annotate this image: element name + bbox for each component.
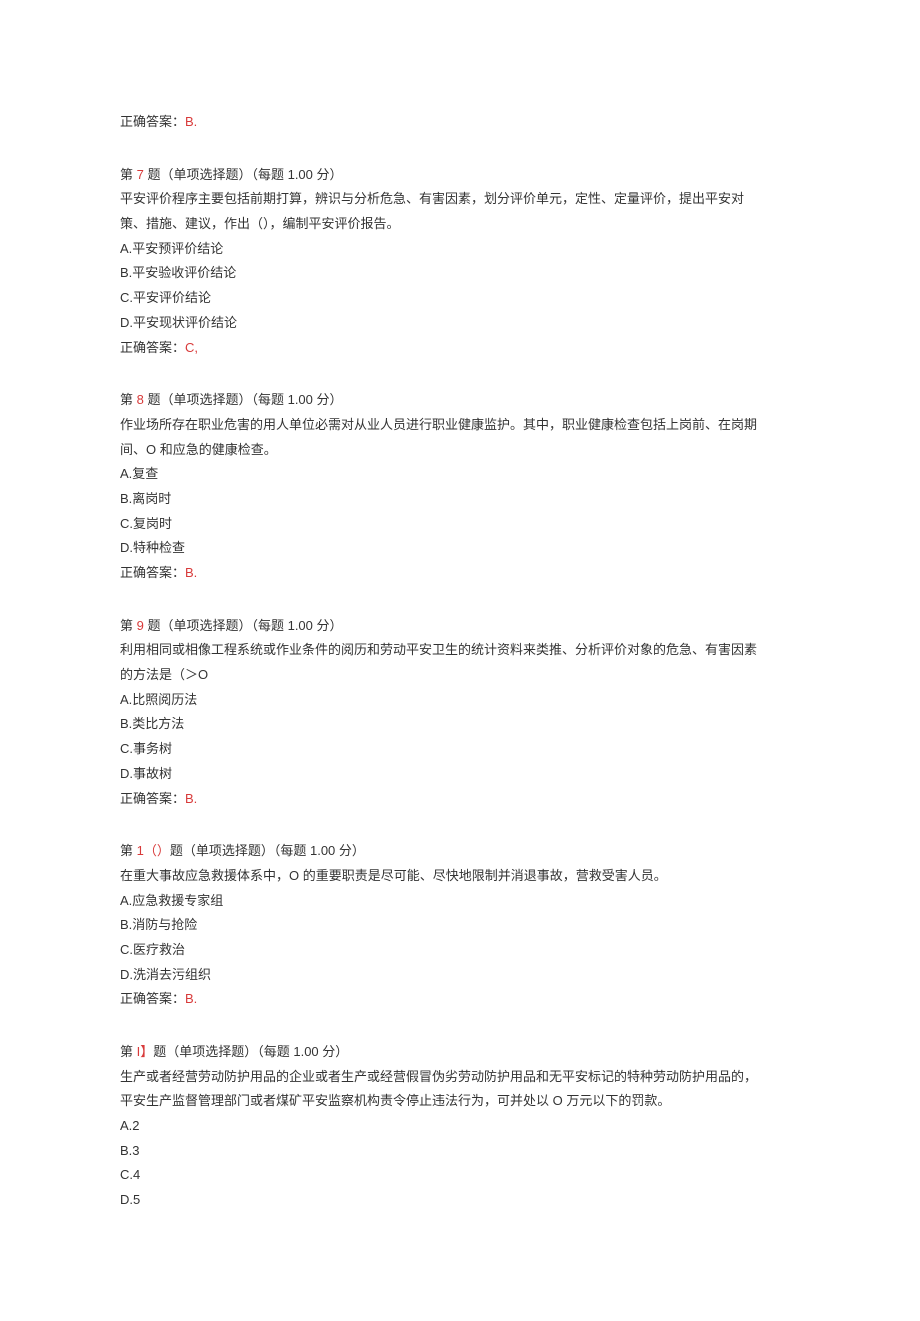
question-stem-line: 作业场所存在职业危害的用人单位必需对从业人员进行职业健康监护。其中，职业健康检查… [120,413,800,438]
question-block: 第 1（）题（单项选择题）（每题 1.00 分）在重大事故应急救援体系中，O 的… [120,839,800,1012]
question-stem-line: 平安生产监督管理部门或者煤矿平安监察机构责令停止违法行为，可并处以 O 万元以下… [120,1089,800,1114]
option-line: D.平安现状评价结论 [120,311,800,336]
option-line: C.4 [120,1163,800,1188]
answer-label: 正确答案： [120,791,185,806]
question-block: 第 I】题（单项选择题）（每题 1.00 分）生产或者经营劳动防护用品的企业或者… [120,1040,800,1213]
option-line: A.复查 [120,462,800,487]
question-stem-line: 策、措施、建议，作出（），编制平安评价报告。 [120,212,800,237]
option-line: B.消防与抢险 [120,913,800,938]
previous-answer-block: 正确答案：B. [120,110,800,135]
answer-value: C, [185,340,198,355]
answer-value: B. [185,565,197,580]
option-line: B.离岗时 [120,487,800,512]
option-line: C.事务树 [120,737,800,762]
answer-line: 正确答案：B. [120,987,800,1012]
question-number: I】 [137,1044,154,1059]
question-number-prefix: 第 [120,392,137,407]
answer-value: B. [185,114,197,129]
question-stem-line: 的方法是（＞O [120,663,800,688]
option-line: D.5 [120,1188,800,1213]
answer-label: 正确答案： [120,114,185,129]
question-number: 7 [137,167,144,182]
option-line: A.2 [120,1114,800,1139]
document-page: 正确答案：B. 第 7 题（单项选择题）（每题 1.00 分）平安评价程序主要包… [0,0,920,1321]
question-number-prefix: 第 [120,843,137,858]
option-line: C.医疗救治 [120,938,800,963]
question-number-suffix: 题（单项选择题）（每题 1.00 分） [153,1044,348,1059]
option-line: C.平安评价结论 [120,286,800,311]
question-number-prefix: 第 [120,167,137,182]
question-number-suffix: 题（单项选择题）（每题 1.00 分） [144,392,343,407]
answer-label: 正确答案： [120,565,185,580]
question-number-prefix: 第 [120,618,137,633]
answer-value: B. [185,991,197,1006]
question-stem-line: 平安评价程序主要包括前期打算，辨识与分析危急、有害因素，划分评价单元，定性、定量… [120,187,800,212]
question-number: 9 [137,618,144,633]
question-header: 第 7 题（单项选择题）（每题 1.00 分） [120,163,800,188]
question-header: 第 I】题（单项选择题）（每题 1.00 分） [120,1040,800,1065]
option-line: C.复岗时 [120,512,800,537]
answer-line: 正确答案：B. [120,110,800,135]
question-number: 8 [137,392,144,407]
answer-line: 正确答案：B. [120,561,800,586]
question-block: 第 7 题（单项选择题）（每题 1.00 分）平安评价程序主要包括前期打算，辨识… [120,163,800,361]
question-number-suffix: 题（单项选择题）（每题 1.00 分） [170,843,365,858]
question-number: 1（） [137,843,170,858]
option-line: D.事故树 [120,762,800,787]
question-number-suffix: 题（单项选择题）（每题 1.00 分） [144,618,343,633]
question-block: 第 9 题（单项选择题）（每题 1.00 分）利用相同或相像工程系统或作业条件的… [120,614,800,812]
question-block: 第 8 题（单项选择题）（每题 1.00 分）作业场所存在职业危害的用人单位必需… [120,388,800,586]
option-line: B.平安验收评价结论 [120,261,800,286]
option-line: B.类比方法 [120,712,800,737]
question-stem-line: 间、O 和应急的健康检查。 [120,438,800,463]
option-line: B.3 [120,1139,800,1164]
option-line: A.应急救援专家组 [120,889,800,914]
question-number-suffix: 题（单项选择题）（每题 1.00 分） [144,167,343,182]
question-header: 第 9 题（单项选择题）（每题 1.00 分） [120,614,800,639]
question-stem-line: 在重大事故应急救援体系中，O 的重要职责是尽可能、尽快地限制并消退事故，营救受害… [120,864,800,889]
question-stem-line: 生产或者经营劳动防护用品的企业或者生产或经营假冒伪劣劳动防护用品和无平安标记的特… [120,1065,800,1090]
question-header: 第 8 题（单项选择题）（每题 1.00 分） [120,388,800,413]
answer-label: 正确答案： [120,340,185,355]
answer-line: 正确答案：B. [120,787,800,812]
answer-value: B. [185,791,197,806]
answer-label: 正确答案： [120,991,185,1006]
option-line: A.平安预评价结论 [120,237,800,262]
answer-line: 正确答案：C, [120,336,800,361]
option-line: D.特种检查 [120,536,800,561]
option-line: A.比照阅历法 [120,688,800,713]
option-line: D.洗消去污组织 [120,963,800,988]
question-number-prefix: 第 [120,1044,137,1059]
question-header: 第 1（）题（单项选择题）（每题 1.00 分） [120,839,800,864]
question-stem-line: 利用相同或相像工程系统或作业条件的阅历和劳动平安卫生的统计资料来类推、分析评价对… [120,638,800,663]
